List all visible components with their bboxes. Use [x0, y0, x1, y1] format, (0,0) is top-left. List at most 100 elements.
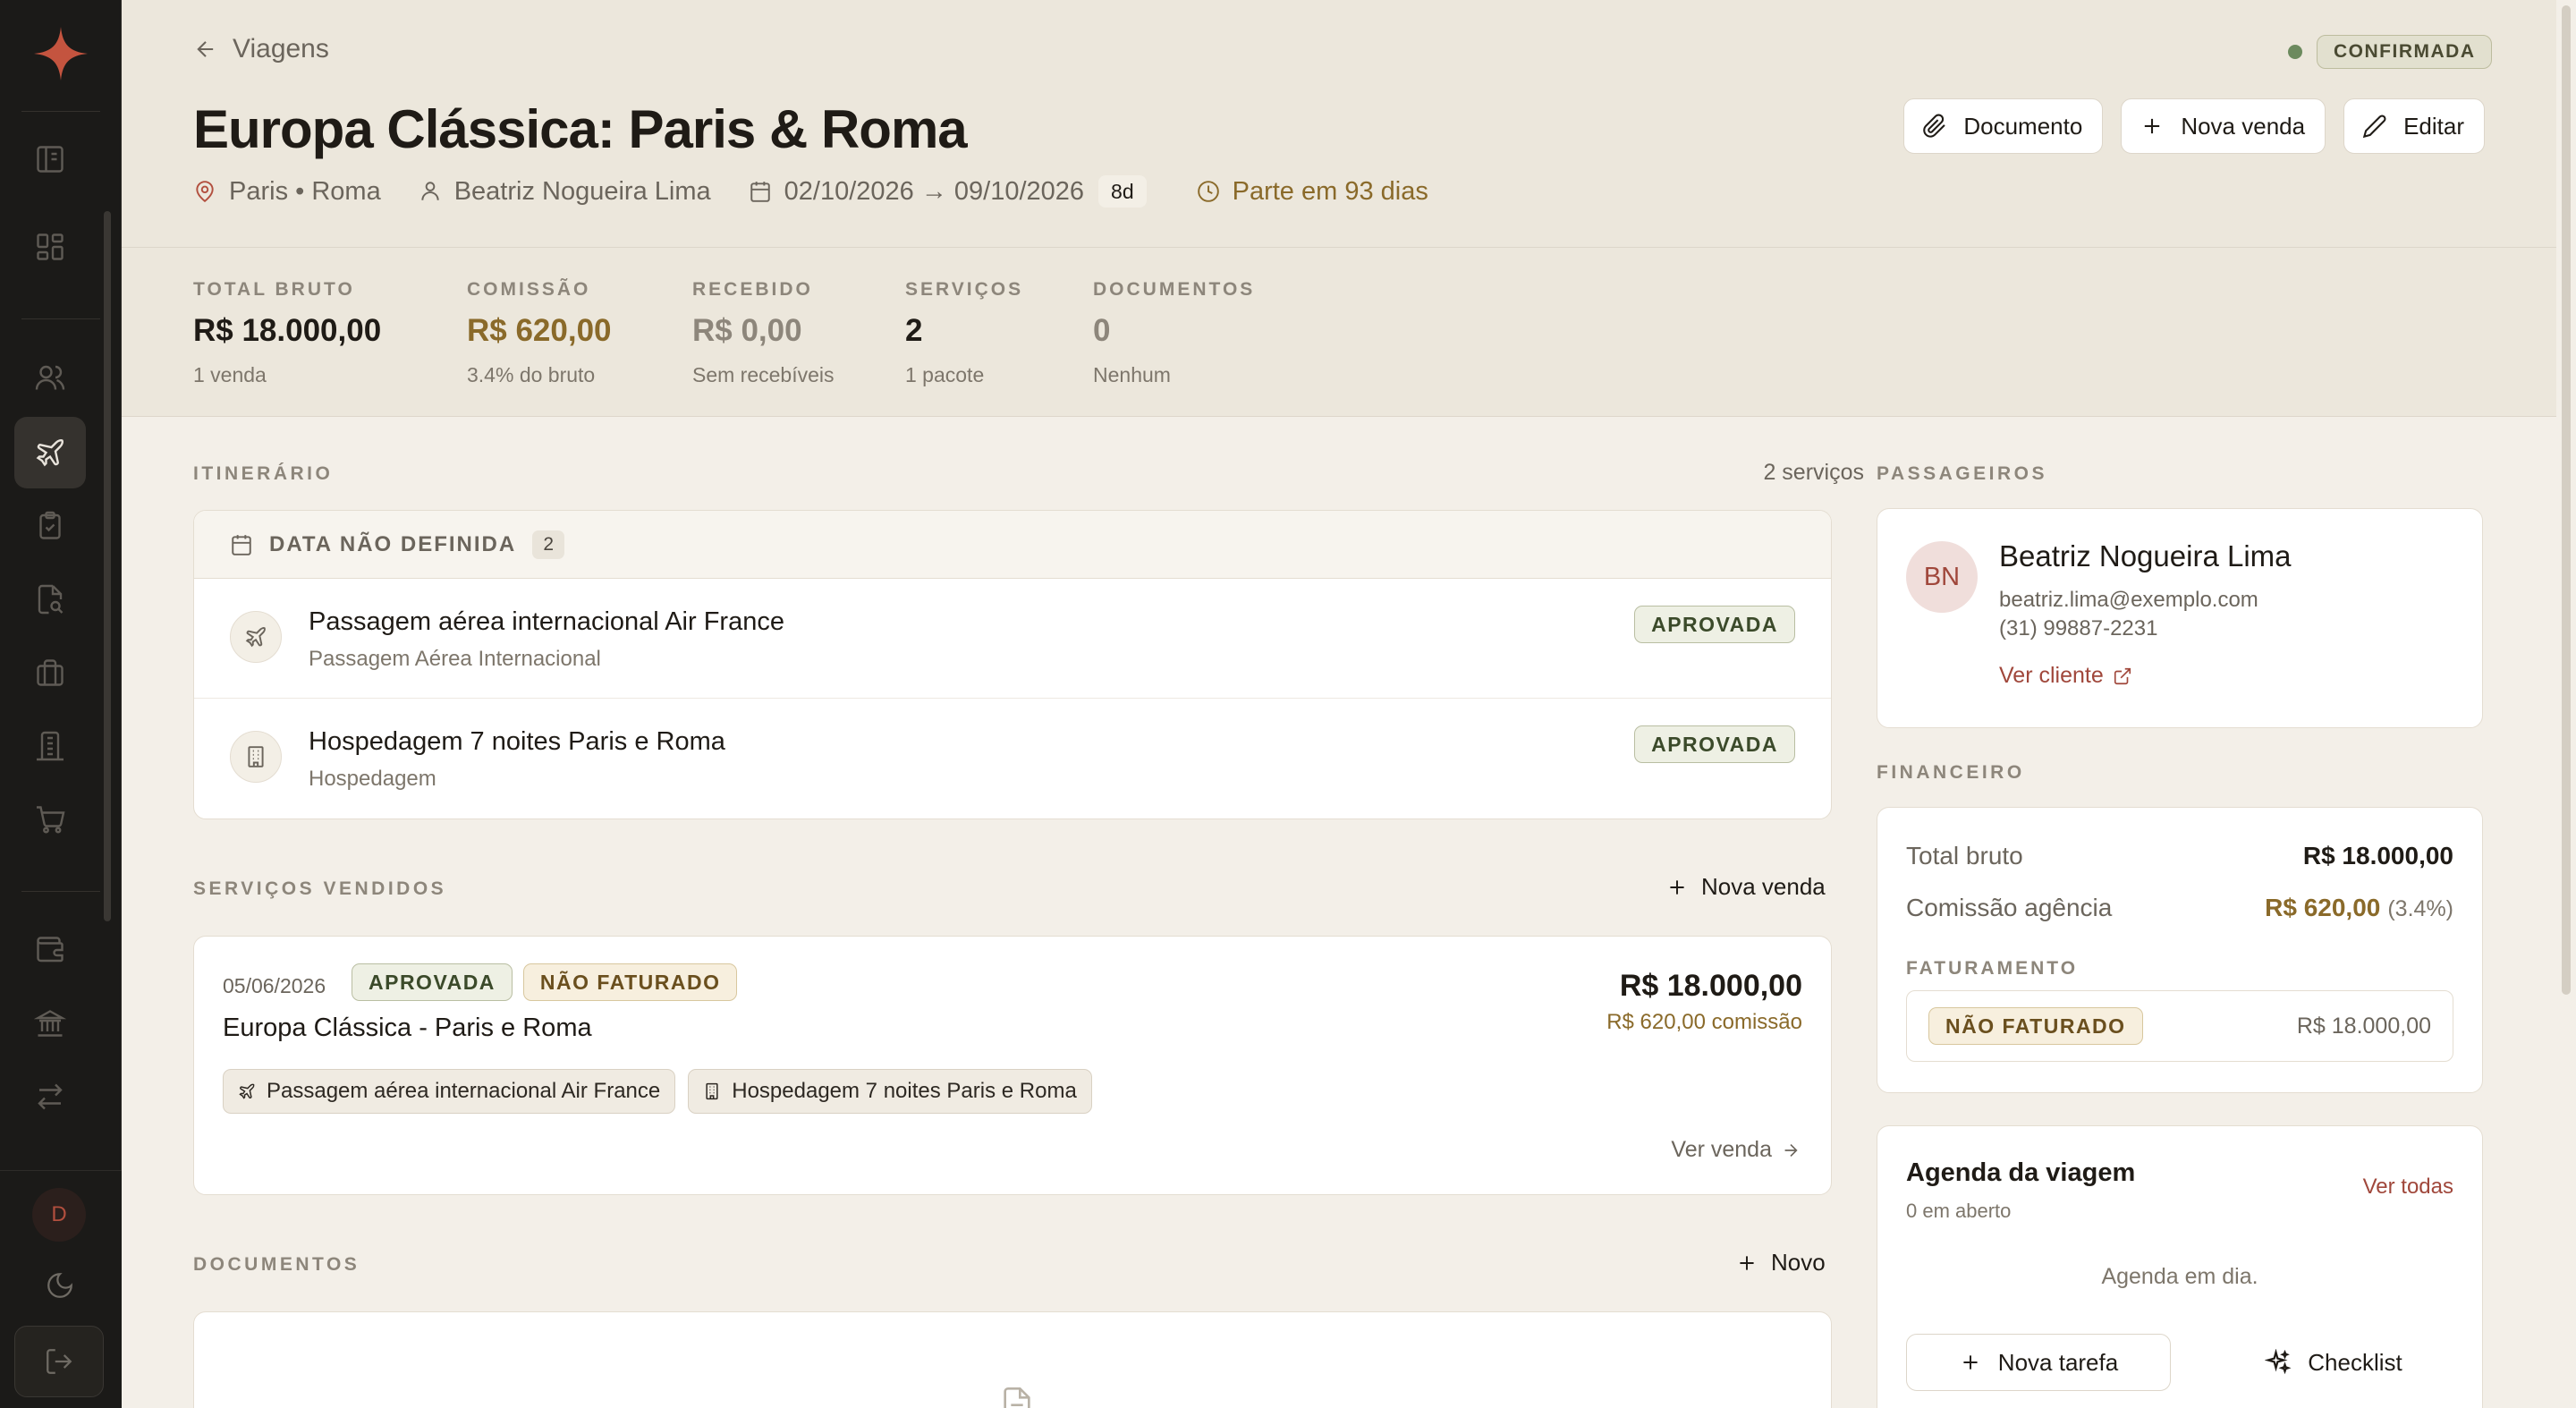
gross-row: Total bruto R$ 18.000,00: [1906, 842, 2453, 870]
document-button[interactable]: Documento: [1903, 98, 2104, 154]
sidebar-item-transfers[interactable]: [14, 1061, 86, 1132]
kpi-value: R$ 18.000,00: [193, 313, 382, 348]
dates-label: 02/10/2026 → 09/10/2026: [784, 176, 1085, 206]
main-content: Viagens CONFIRMADA Europa Clássica: Pari…: [122, 0, 2556, 1408]
page-title: Europa Clássica: Paris & Roma: [193, 99, 968, 159]
calendar-icon: [750, 182, 770, 202]
kpi-sub: 3.4% do bruto: [467, 363, 596, 386]
sale-services: Passagem aérea internacional Air France …: [223, 1069, 1092, 1114]
sidebar-item-tasks[interactable]: [14, 490, 86, 562]
arrow-left-icon: [197, 41, 214, 57]
passenger-avatar: BN: [1906, 541, 1978, 613]
sidebar-divider: [21, 891, 100, 892]
back-link[interactable]: Viagens: [193, 34, 329, 64]
new-document-link[interactable]: Novo: [1735, 1249, 1826, 1277]
scrollbar-thumb[interactable]: [2562, 5, 2571, 995]
billing-badge: NÃO FATURADO: [1928, 1007, 2143, 1045]
sidebar-scrollbar[interactable]: [104, 211, 111, 921]
edit-button[interactable]: Editar: [2343, 98, 2485, 154]
chip-label: Hospedagem 7 noites Paris e Roma: [732, 1079, 1077, 1103]
status-badge: CONFIRMADA: [2317, 35, 2493, 69]
new-document-label: Novo: [1771, 1249, 1826, 1276]
commission-value: R$ 620,00: [2265, 894, 2381, 921]
agenda-card: Agenda da viagem 0 em aberto Ver todas A…: [1877, 1125, 2483, 1408]
see-all-link[interactable]: Ver todas: [2363, 1175, 2453, 1200]
sidebar-item-packages[interactable]: [14, 637, 86, 708]
commission-row: Comissão agência R$ 620,00 (3.4%): [1906, 894, 2453, 922]
billing-amount: R$ 18.000,00: [2296, 1014, 2431, 1039]
map-pin-icon: [196, 181, 214, 203]
panel-icon: [37, 146, 64, 173]
bank-icon: [34, 1010, 66, 1037]
itinerary-section-title: ITINERÁRIO: [193, 463, 334, 484]
kpi-value: 2: [905, 313, 923, 348]
trip-header: Viagens CONFIRMADA Europa Clássica: Pari…: [122, 0, 2556, 417]
checklist-label: Checklist: [2308, 1348, 2402, 1376]
kpi-label: TOTAL BRUTO: [193, 279, 355, 300]
file-search-icon: [38, 584, 64, 615]
checklist-button[interactable]: Checklist: [2235, 1334, 2432, 1391]
destination-label: Paris • Roma: [229, 176, 381, 206]
sidebar-item-bank[interactable]: [14, 988, 86, 1059]
new-sale-link[interactable]: Nova venda: [1665, 873, 1826, 901]
itinerary-item[interactable]: Hospedagem 7 noites Paris e Roma Hospeda…: [194, 699, 1831, 819]
gross-label: Total bruto: [1906, 842, 2023, 869]
destination: Paris • Roma: [193, 177, 381, 207]
client-label: Beatriz Nogueira Lima: [453, 176, 711, 206]
itinerary-group-header[interactable]: DATA NÃO DEFINIDA 2: [194, 511, 1831, 579]
sidebar-item-trips[interactable]: [14, 417, 86, 488]
sale-date: 05/06/2026: [223, 974, 326, 997]
view-client-link[interactable]: Ver cliente: [1999, 663, 2132, 689]
logo-star-icon[interactable]: [32, 25, 89, 82]
new-task-button[interactable]: Nova tarefa: [1906, 1334, 2171, 1391]
view-sale-link[interactable]: Ver venda: [1671, 1137, 1801, 1163]
kpi-commission: COMISSÃO R$ 620,00 3.4% do bruto: [467, 279, 612, 387]
group-count: 2: [532, 530, 565, 559]
service-chip: Hospedagem 7 noites Paris e Roma: [688, 1069, 1092, 1114]
billing-row[interactable]: NÃO FATURADO R$ 18.000,00: [1906, 990, 2453, 1062]
sale-card[interactable]: 05/06/2026 APROVADA NÃO FATURADO Europa …: [193, 936, 1832, 1195]
logout-button[interactable]: [14, 1326, 104, 1397]
client: Beatriz Nogueira Lima: [419, 177, 711, 207]
sidebar: D: [0, 0, 122, 1408]
pencil-icon: [2362, 115, 2386, 139]
sidebar-divider: [21, 111, 100, 112]
sidebar-item-panel[interactable]: [14, 123, 86, 195]
new-sale-button[interactable]: Nova venda: [2121, 98, 2326, 154]
sale-amount: R$ 18.000,00: [1619, 969, 1802, 1003]
moon-icon[interactable]: [45, 1270, 75, 1301]
plane-icon: [239, 1083, 255, 1099]
kpi-sub: Sem recebíveis: [692, 363, 835, 386]
kpi-received: RECEBIDO R$ 0,00 Sem recebíveis: [692, 279, 835, 387]
user-avatar[interactable]: D: [32, 1188, 86, 1242]
itinerary-item[interactable]: Passagem aérea internacional Air France …: [194, 579, 1831, 699]
sidebar-item-dashboard[interactable]: [14, 211, 86, 283]
agenda-open-count: 0 em aberto: [1906, 1200, 2012, 1222]
header-actions: Documento Nova venda Editar: [1903, 98, 2485, 154]
sidebar-item-sales[interactable]: [14, 784, 86, 855]
sidebar-item-wallet[interactable]: [14, 914, 86, 986]
page-scrollbar[interactable]: [2556, 0, 2576, 1408]
clock-icon: [1197, 181, 1219, 202]
sale-badges: APROVADA NÃO FATURADO: [352, 963, 738, 1001]
hotel-icon: [706, 1082, 718, 1100]
plus-icon: [1740, 1255, 1754, 1270]
kpi-services: SERVIÇOS 2 1 pacote: [905, 279, 1023, 387]
new-sale-button-label: Nova venda: [2181, 112, 2306, 140]
arrow-right-icon: [1784, 1143, 1798, 1157]
trip-dates: 02/10/2026 → 09/10/2026: [749, 177, 1084, 207]
sales-section-title: SERVIÇOS VENDIDOS: [193, 878, 447, 899]
commission-label: Comissão agência: [1906, 894, 2113, 921]
kpi-label: SERVIÇOS: [905, 279, 1024, 300]
item-title: Hospedagem 7 noites Paris e Roma: [309, 727, 725, 756]
sidebar-item-suppliers[interactable]: [14, 710, 86, 782]
sidebar-item-clients[interactable]: [14, 342, 86, 413]
group-label: DATA NÃO DEFINIDA: [269, 531, 517, 556]
service-chip: Passagem aérea internacional Air France: [223, 1069, 676, 1114]
passengers-section-title: PASSAGEIROS: [1877, 463, 2047, 484]
sidebar-divider: [21, 318, 100, 319]
new-sale-link-label: Nova venda: [1701, 873, 1826, 900]
departure-countdown: Parte em 93 dias: [1197, 177, 1428, 207]
sidebar-item-quotes[interactable]: [14, 564, 86, 635]
billing-badge: NÃO FATURADO: [522, 963, 738, 1001]
